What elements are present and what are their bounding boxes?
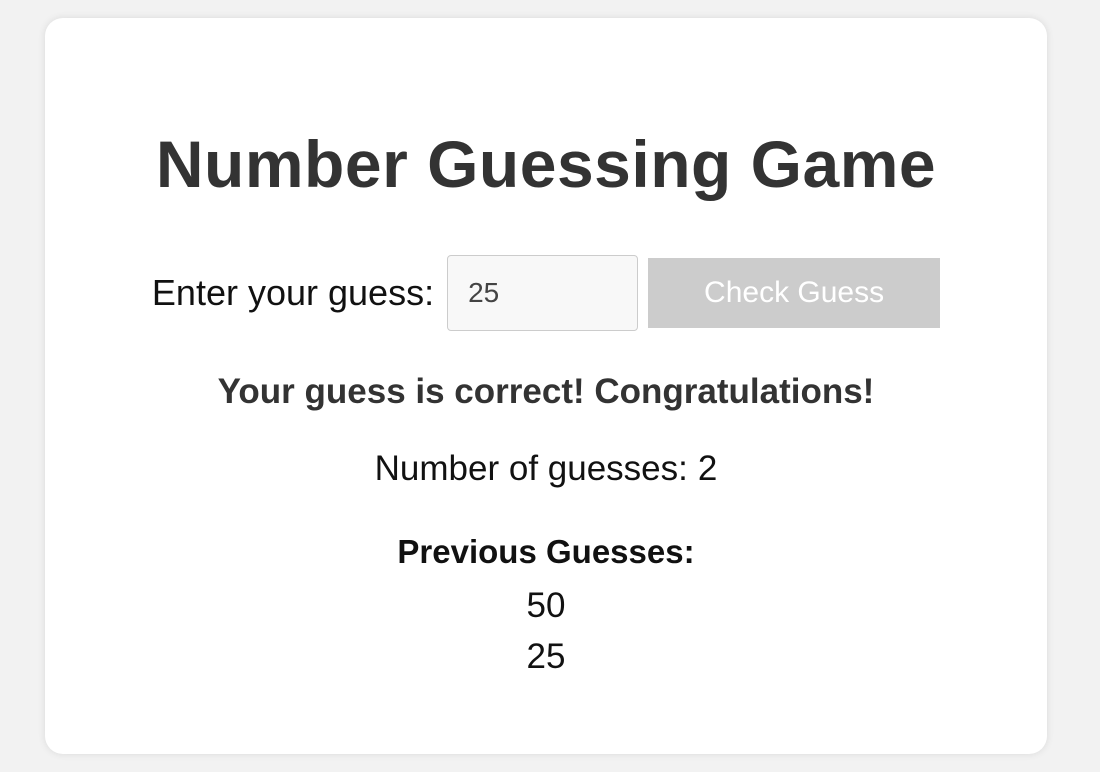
guess-input-label: Enter your guess:	[151, 272, 435, 313]
guess-count-label: Number of guesses:	[374, 449, 688, 488]
guess-input[interactable]	[447, 255, 639, 331]
list-item: 50	[526, 586, 566, 625]
previous-guesses-heading: Previous Guesses:	[397, 533, 695, 570]
list-item: 25	[526, 637, 566, 676]
guess-form: Enter your guess: Check Guess	[45, 255, 1047, 331]
game-card: Number Guessing Game Enter your guess: C…	[45, 18, 1047, 754]
guess-count-value: 2	[697, 449, 718, 488]
page-title: Number Guessing Game	[155, 127, 937, 201]
previous-guesses-list: 50 25	[45, 580, 1047, 682]
guess-count-row: Number of guesses: 2	[45, 447, 1047, 491]
check-guess-button[interactable]: Check Guess	[648, 258, 941, 328]
result-message: Your guess is correct! Congratulations!	[217, 372, 875, 411]
